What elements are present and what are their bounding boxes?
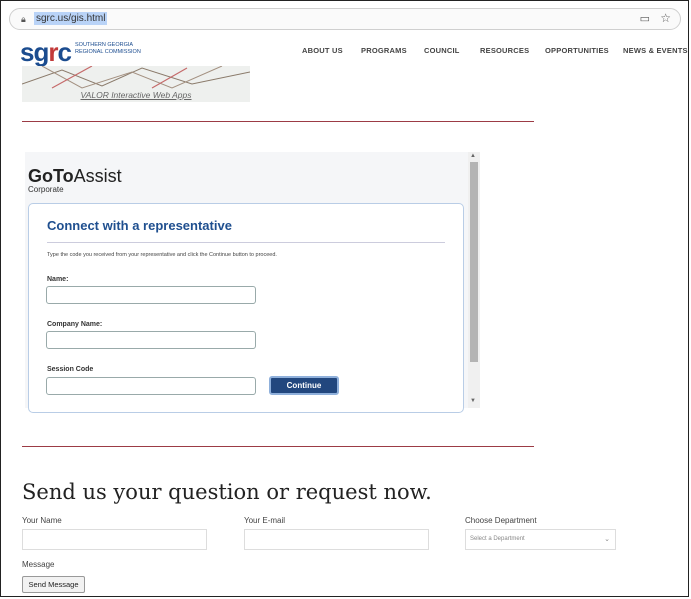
bookmark-star-icon[interactable]: ☆ (660, 11, 671, 25)
scroll-down-icon[interactable]: ▼ (470, 398, 476, 404)
message-label: Message (22, 560, 55, 569)
card-title: Connect with a representative (47, 218, 232, 233)
department-select-value: Select a Department (470, 536, 525, 542)
section-divider-2 (22, 446, 534, 447)
scrollbar-thumb[interactable] (470, 162, 478, 362)
nav-about-us[interactable]: ABOUT US (302, 46, 343, 55)
section-divider (22, 121, 534, 122)
session-code-input[interactable] (46, 377, 256, 395)
lock-icon: 🔒︎ (21, 14, 26, 24)
reader-mode-icon[interactable]: ▭ (640, 12, 650, 25)
your-email-label: Your E-mail (244, 516, 286, 525)
nav-programs[interactable]: PROGRAMS (361, 46, 407, 55)
address-bar[interactable]: 🔒︎ sgrc.us/gis.html ▭ ☆ (9, 8, 681, 30)
nav-resources[interactable]: RESOURCES (480, 46, 529, 55)
chevron-down-icon: ⌄ (604, 536, 610, 543)
valor-caption[interactable]: VALOR Interactive Web Apps (22, 90, 250, 100)
map-thumbnail (22, 66, 250, 89)
your-name-label: Your Name (22, 516, 62, 525)
company-name-label: Company Name: (47, 321, 103, 328)
name-label: Name: (47, 276, 69, 283)
scroll-up-icon[interactable]: ▲ (470, 153, 476, 159)
company-name-input[interactable] (46, 331, 256, 349)
your-name-input[interactable] (22, 529, 207, 550)
card-divider (47, 242, 445, 243)
nav-news-events[interactable]: NEWS & EVENTS (623, 46, 688, 55)
gotoassist-logo: GoToAssist Corporate (28, 166, 122, 194)
name-input[interactable] (46, 286, 256, 304)
site-logo[interactable]: sgrc SOUTHERN GEORGIA REGIONAL COMMISSIO… (20, 37, 141, 68)
session-code-label: Session Code (47, 366, 94, 373)
contact-heading: Send us your question or request now. (22, 480, 432, 504)
department-select[interactable]: Select a Department ⌄ (465, 529, 616, 550)
nav-council[interactable]: COUNCIL (424, 46, 460, 55)
logo-mark: sgrc (20, 37, 72, 67)
url-text[interactable]: sgrc.us/gis.html (34, 12, 108, 25)
your-email-input[interactable] (244, 529, 429, 550)
frame-scrollbar[interactable]: ▲ ▼ (468, 152, 480, 408)
card-instructions: Type the code you received from your rep… (47, 252, 277, 258)
send-message-button[interactable]: Send Message (22, 576, 85, 593)
valor-apps-image[interactable]: VALOR Interactive Web Apps (22, 66, 250, 102)
logo-text: SOUTHERN GEORGIA REGIONAL COMMISSION (75, 42, 141, 55)
connect-card: Connect with a representative Type the c… (28, 203, 464, 413)
continue-button[interactable]: Continue (269, 376, 339, 395)
nav-opportunities[interactable]: OPPORTUNITIES (545, 46, 609, 55)
department-label: Choose Department (465, 516, 537, 525)
